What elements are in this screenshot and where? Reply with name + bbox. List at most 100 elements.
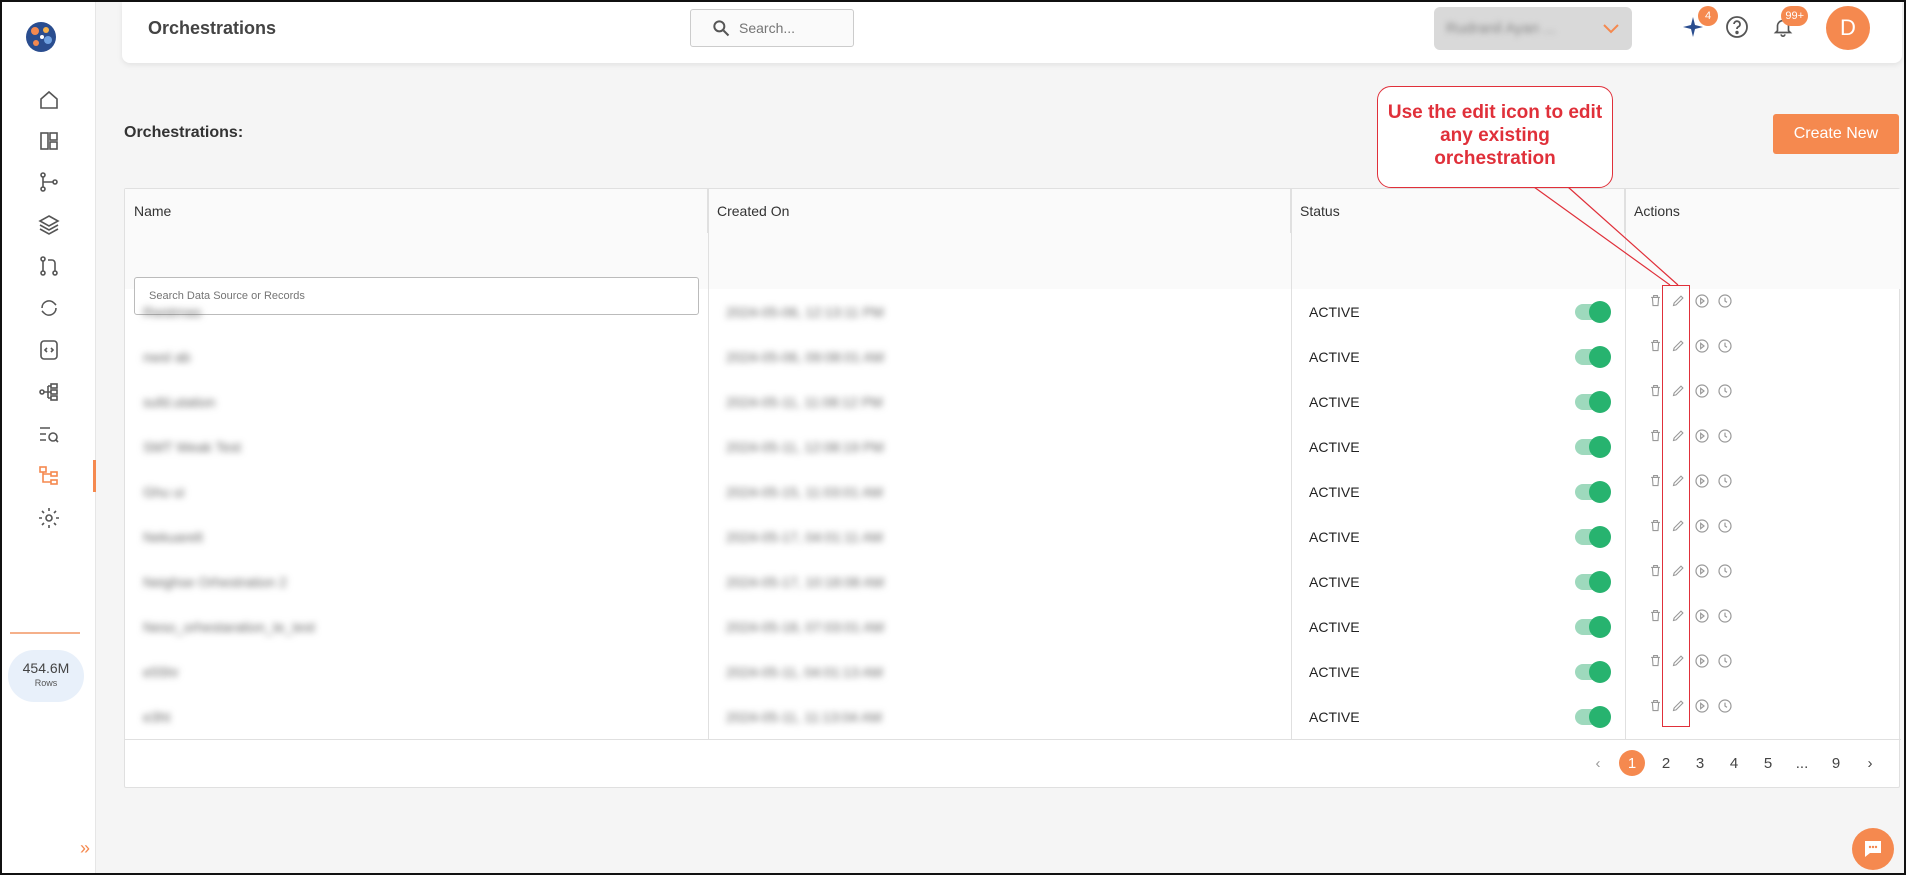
sidebar-item-orchestrations[interactable] bbox=[2, 456, 96, 496]
schedule-icon[interactable] bbox=[1716, 517, 1733, 534]
row-name[interactable]: Nekuarelt bbox=[143, 514, 203, 559]
schedule-icon[interactable] bbox=[1716, 562, 1733, 579]
run-icon[interactable] bbox=[1693, 472, 1710, 489]
sidebar-item-dashboard[interactable] bbox=[2, 121, 96, 161]
status-toggle[interactable] bbox=[1575, 301, 1611, 323]
row-created-on: 2024-05-18, 07:03:01 AM bbox=[726, 618, 885, 635]
page-2-button[interactable]: 2 bbox=[1653, 750, 1679, 776]
gear-icon bbox=[39, 508, 59, 528]
rows-label: Rows bbox=[34, 678, 58, 688]
schedule-icon[interactable] bbox=[1716, 607, 1733, 624]
row-actions bbox=[1647, 382, 1733, 399]
page-9-button[interactable]: 9 bbox=[1823, 750, 1849, 776]
column-header-actions: Actions bbox=[1625, 189, 1901, 233]
row-name[interactable]: sufd.utation bbox=[143, 379, 215, 424]
run-icon[interactable] bbox=[1693, 292, 1710, 309]
account-select[interactable]: Rudranil Ayan ... bbox=[1434, 7, 1632, 50]
run-icon[interactable] bbox=[1693, 382, 1710, 399]
schedule-icon[interactable] bbox=[1716, 292, 1733, 309]
table-row: Neso_orhestaration_te_test 2024-05-18, 07… bbox=[125, 604, 1901, 649]
orchestrations-table: Name Created On Status Actions Rwstrnas 2… bbox=[124, 188, 1901, 789]
row-actions bbox=[1647, 562, 1733, 579]
row-name[interactable]: Neighse Orhestration 2 bbox=[143, 559, 287, 604]
list-search-icon bbox=[40, 427, 59, 443]
chat-button[interactable] bbox=[1852, 828, 1894, 870]
column-header-name: Name bbox=[125, 189, 708, 233]
status-toggle[interactable] bbox=[1575, 436, 1611, 458]
expand-sidebar-icon[interactable]: » bbox=[80, 838, 90, 858]
sidebar-item-settings[interactable] bbox=[2, 498, 96, 538]
schedule-icon[interactable] bbox=[1716, 652, 1733, 669]
row-name[interactable]: Neso_orhestaration_te_test bbox=[143, 604, 315, 649]
row-name[interactable]: Ghu ui bbox=[143, 469, 184, 514]
sidebar-item-sync[interactable] bbox=[2, 288, 96, 328]
row-actions bbox=[1647, 652, 1733, 669]
status-toggle[interactable] bbox=[1575, 481, 1611, 503]
app-logo[interactable] bbox=[22, 18, 60, 56]
status-toggle[interactable] bbox=[1575, 391, 1611, 413]
account-name: Rudranil Ayan ... bbox=[1446, 20, 1556, 37]
layers-icon bbox=[38, 215, 60, 235]
schedule-icon[interactable] bbox=[1716, 337, 1733, 354]
status-toggle[interactable] bbox=[1575, 616, 1611, 638]
row-name[interactable]: e55hr bbox=[143, 649, 179, 694]
chat-icon bbox=[1865, 841, 1881, 857]
run-icon[interactable] bbox=[1693, 652, 1710, 669]
row-actions bbox=[1647, 607, 1733, 624]
ai-assistant-button[interactable]: 4 bbox=[1678, 6, 1718, 42]
page-4-button[interactable]: 4 bbox=[1721, 750, 1747, 776]
row-actions bbox=[1647, 472, 1733, 489]
run-icon[interactable] bbox=[1693, 517, 1710, 534]
run-icon[interactable] bbox=[1693, 427, 1710, 444]
sidebar-item-home[interactable] bbox=[2, 80, 96, 120]
sidebar-item-query[interactable] bbox=[2, 414, 96, 454]
sidebar-item-code[interactable] bbox=[2, 330, 96, 370]
page-1-button[interactable]: 1 bbox=[1619, 750, 1645, 776]
next-page-button[interactable]: › bbox=[1857, 750, 1883, 776]
sidebar-item-pipelines[interactable] bbox=[2, 162, 96, 202]
run-icon[interactable] bbox=[1693, 562, 1710, 579]
page-3-button[interactable]: 3 bbox=[1687, 750, 1713, 776]
page-5-button[interactable]: 5 bbox=[1755, 750, 1781, 776]
status-toggle[interactable] bbox=[1575, 346, 1611, 368]
search-input[interactable] bbox=[739, 20, 839, 36]
schedule-icon[interactable] bbox=[1716, 697, 1733, 714]
help-button[interactable] bbox=[1722, 12, 1752, 42]
row-status: ACTIVE bbox=[1309, 303, 1360, 320]
create-new-button[interactable]: Create New bbox=[1773, 114, 1899, 154]
notifications-button[interactable]: 99+ bbox=[1768, 6, 1808, 42]
run-icon[interactable] bbox=[1693, 697, 1710, 714]
global-search[interactable] bbox=[690, 9, 854, 47]
row-status: ACTIVE bbox=[1309, 348, 1360, 365]
row-created-on: 2024-05-15, 11:03:01 AM bbox=[726, 483, 883, 500]
status-toggle[interactable] bbox=[1575, 661, 1611, 683]
help-icon bbox=[1726, 16, 1748, 38]
run-icon[interactable] bbox=[1693, 607, 1710, 624]
sparkle-badge: 4 bbox=[1698, 6, 1718, 26]
status-toggle[interactable] bbox=[1575, 571, 1611, 593]
schedule-icon[interactable] bbox=[1716, 382, 1733, 399]
table-footer: ‹ 1 2 3 4 5 ... 9 › bbox=[125, 739, 1901, 789]
status-toggle[interactable] bbox=[1575, 706, 1611, 728]
row-created-on: 2024-05-17, 10:18:08 AM bbox=[726, 573, 885, 590]
row-name[interactable]: SMT Weak Test bbox=[143, 424, 241, 469]
sidebar-item-lineage[interactable] bbox=[2, 372, 96, 412]
row-actions bbox=[1647, 292, 1733, 309]
row-name[interactable]: nwsl ab bbox=[143, 334, 190, 379]
status-toggle[interactable] bbox=[1575, 526, 1611, 548]
run-icon[interactable] bbox=[1693, 337, 1710, 354]
hierarchy-icon bbox=[39, 383, 58, 401]
schedule-icon[interactable] bbox=[1716, 472, 1733, 489]
sidebar-item-layers[interactable] bbox=[2, 204, 96, 244]
table-row: SMT Weak Test 2024-05-11, 12:08:19 PM ACTI… bbox=[125, 424, 1901, 469]
row-status: ACTIVE bbox=[1309, 663, 1360, 680]
column-header-created-on: Created On bbox=[708, 189, 1291, 233]
avatar[interactable]: D bbox=[1826, 6, 1870, 50]
row-name[interactable]: e3ht bbox=[143, 694, 170, 739]
schedule-icon[interactable] bbox=[1716, 427, 1733, 444]
table-row: sufd.utation 2024-05-11, 11:08:12 PM ACTIV… bbox=[125, 379, 1901, 424]
row-name[interactable]: Rwstrnas bbox=[143, 289, 201, 334]
row-status: ACTIVE bbox=[1309, 573, 1360, 590]
prev-page-button[interactable]: ‹ bbox=[1585, 750, 1611, 776]
sidebar-item-transforms[interactable] bbox=[2, 246, 96, 286]
